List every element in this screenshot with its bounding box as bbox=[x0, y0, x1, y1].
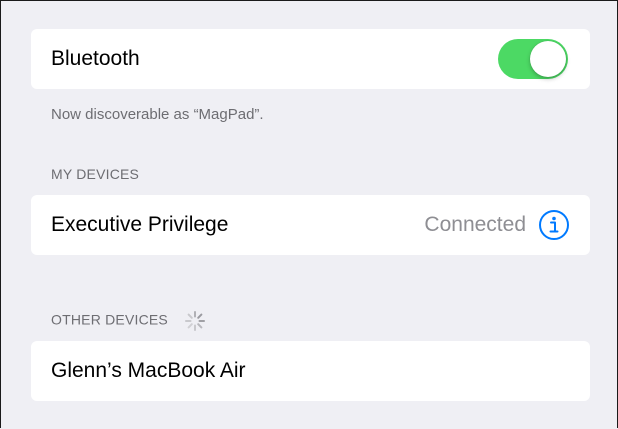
bluetooth-group: Bluetooth bbox=[31, 29, 590, 89]
other-devices-group: Glenn’s MacBook Air bbox=[31, 341, 590, 401]
other-devices-header: OTHER DEVICES bbox=[51, 310, 206, 332]
discoverable-note: Now discoverable as “MagPad”. bbox=[51, 106, 264, 123]
my-devices-header: MY DEVICES bbox=[51, 166, 140, 182]
bluetooth-label: Bluetooth bbox=[51, 47, 140, 70]
device-name: Glenn’s MacBook Air bbox=[51, 359, 246, 382]
spinner-icon bbox=[184, 310, 206, 332]
bluetooth-toggle[interactable] bbox=[498, 39, 568, 79]
other-devices-label: OTHER DEVICES bbox=[51, 311, 168, 328]
device-row-executive-privilege[interactable]: Executive Privilege Connected bbox=[31, 195, 590, 255]
my-devices-group: Executive Privilege Connected bbox=[31, 195, 590, 255]
info-icon[interactable] bbox=[538, 209, 570, 241]
bluetooth-row: Bluetooth bbox=[31, 29, 590, 89]
device-row-glenns-macbook-air[interactable]: Glenn’s MacBook Air bbox=[31, 341, 590, 401]
toggle-knob bbox=[530, 41, 566, 77]
device-name: Executive Privilege bbox=[51, 213, 229, 236]
device-status: Connected bbox=[424, 213, 526, 236]
